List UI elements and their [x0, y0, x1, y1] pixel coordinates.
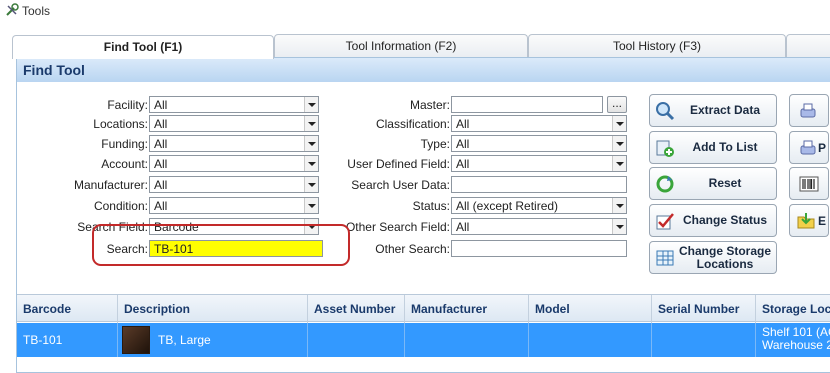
magnifier-icon	[655, 101, 675, 121]
printer-icon	[798, 101, 818, 121]
manufacturer-label: Manufacturer:	[73, 178, 148, 192]
status-label: Status:	[412, 199, 450, 213]
find-tool-panel: Find Tool Facility: All Locations: All F…	[16, 57, 830, 373]
tab-find-tool[interactable]: Find Tool (F1)	[12, 35, 274, 59]
condition-select[interactable]: All	[149, 197, 319, 214]
cell-serial-number	[652, 323, 756, 357]
tab-tool-information[interactable]: Tool Information (F2)	[274, 34, 528, 58]
printer-icon	[798, 138, 818, 158]
master-input[interactable]	[451, 96, 603, 113]
print-button[interactable]	[789, 94, 829, 127]
user-defined-field-label: User Defined Field:	[347, 157, 450, 171]
funding-label: Funding:	[101, 137, 148, 151]
chevron-down-icon[interactable]	[612, 219, 626, 234]
facility-select[interactable]: All	[149, 96, 319, 113]
print-list-button[interactable]: P	[789, 131, 829, 164]
funding-select[interactable]: All	[149, 135, 319, 152]
add-to-list-button[interactable]: Add To List	[649, 131, 777, 164]
tools-icon	[5, 3, 19, 17]
cell-model	[529, 323, 652, 357]
change-status-button[interactable]: Change Status	[649, 204, 777, 237]
tab-overflow[interactable]	[786, 34, 830, 58]
column-serial-number[interactable]: Serial Number	[652, 295, 756, 323]
cell-barcode: TB-101	[17, 323, 118, 357]
side-button-label: E	[817, 214, 826, 228]
manufacturer-select[interactable]: All	[149, 176, 319, 193]
locations-select[interactable]: All	[149, 115, 319, 132]
window-titlebar: Tools	[0, 0, 830, 22]
table-row[interactable]: TB-101 TB, Large Shelf 101 (AC Warehouse…	[17, 323, 830, 357]
other-search-field-select[interactable]: All	[451, 218, 627, 235]
export-button[interactable]: E	[789, 204, 829, 237]
master-browse-button[interactable]: ...	[607, 96, 627, 113]
account-label: Account:	[101, 157, 148, 171]
extract-data-button[interactable]: Extract Data	[649, 94, 777, 127]
status-select[interactable]: All (except Retired)	[451, 197, 627, 214]
barcode-button[interactable]	[789, 167, 829, 200]
results-grid-header: Barcode Description Asset Number Manufac…	[17, 294, 830, 323]
account-select[interactable]: All	[149, 155, 319, 172]
type-label: Type:	[420, 137, 450, 151]
barcode-icon	[799, 174, 819, 194]
reset-button[interactable]: Reset	[649, 167, 777, 200]
facility-label: Facility:	[107, 98, 148, 112]
cell-asset-number	[308, 323, 405, 357]
classification-label: Classification:	[375, 117, 450, 131]
change-storage-locations-button[interactable]: Change Storage Locations	[649, 241, 777, 274]
condition-label: Condition:	[93, 199, 148, 213]
chevron-down-icon[interactable]	[612, 198, 626, 213]
storage-grid-icon	[655, 248, 675, 268]
cell-description: TB, Large	[118, 323, 308, 357]
column-model[interactable]: Model	[529, 295, 652, 323]
side-button-label: P	[817, 141, 826, 155]
column-barcode[interactable]: Barcode	[17, 295, 118, 323]
column-storage-location[interactable]: Storage Loc	[756, 295, 830, 323]
search-callout-highlight	[92, 224, 350, 266]
chevron-down-icon[interactable]	[612, 156, 626, 171]
panel-header: Find Tool	[17, 58, 830, 82]
checkbox-check-icon	[655, 211, 675, 231]
chevron-down-icon[interactable]	[612, 116, 626, 131]
other-search-input[interactable]	[451, 240, 627, 257]
refresh-icon	[655, 174, 675, 194]
column-description[interactable]: Description	[118, 295, 308, 323]
column-asset-number[interactable]: Asset Number	[308, 295, 405, 323]
folder-arrow-icon	[796, 211, 816, 231]
panel-title: Find Tool	[23, 62, 85, 78]
type-select[interactable]: All	[451, 135, 627, 152]
add-list-icon	[655, 138, 675, 158]
user-defined-field-select[interactable]: All	[451, 155, 627, 172]
tab-tool-history[interactable]: Tool History (F3)	[528, 34, 786, 58]
cell-storage-location: Shelf 101 (AC Warehouse 2	[762, 325, 830, 352]
change-storage-label: Change Storage Locations	[678, 243, 771, 271]
tab-bar: Find Tool (F1) Tool Information (F2) Too…	[12, 24, 830, 59]
window-title: Tools	[22, 4, 51, 18]
tool-thumbnail-image	[122, 326, 150, 354]
locations-label: Locations:	[93, 117, 148, 131]
master-label: Master:	[409, 98, 450, 112]
column-manufacturer[interactable]: Manufacturer	[405, 295, 529, 323]
chevron-down-icon[interactable]	[612, 136, 626, 151]
search-user-data-label: Search User Data:	[351, 178, 450, 192]
cell-manufacturer	[405, 323, 529, 357]
classification-select[interactable]: All	[451, 115, 627, 132]
search-user-data-input[interactable]	[451, 176, 627, 193]
